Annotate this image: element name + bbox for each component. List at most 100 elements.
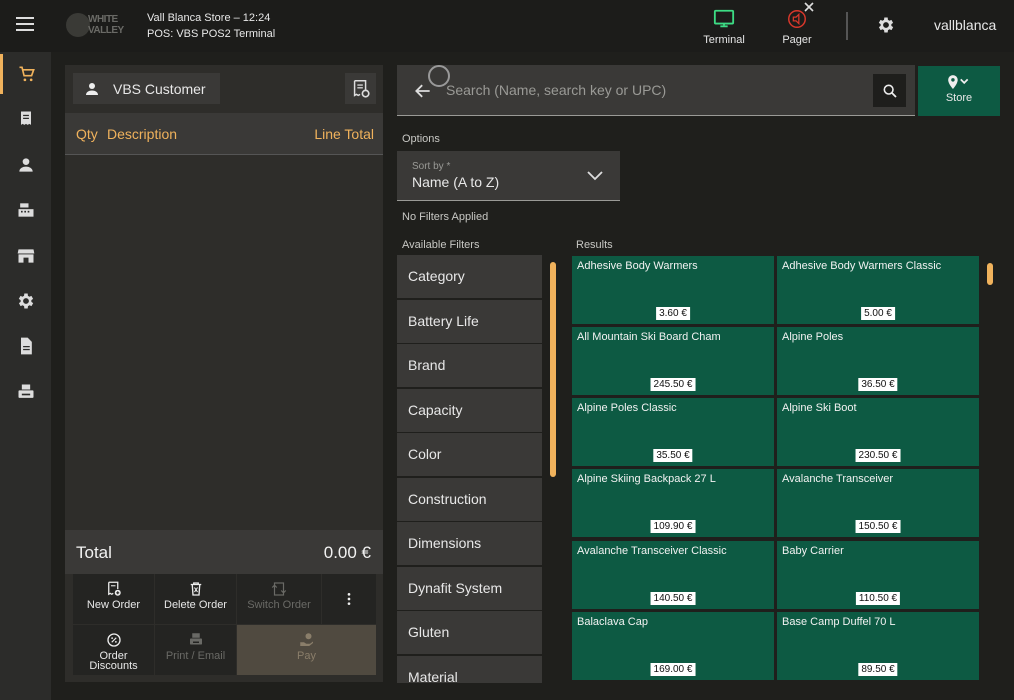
gear-icon	[18, 293, 33, 309]
product-card[interactable]: Alpine Ski Boot 230.50 €	[777, 398, 979, 466]
product-price: 3.60 €	[656, 307, 690, 320]
close-icon[interactable]	[803, 1, 815, 13]
product-card[interactable]: Baby Carrier 110.50 €	[777, 541, 979, 609]
switch-order-button[interactable]: Switch Order	[237, 574, 321, 624]
cash-register-icon	[18, 203, 33, 217]
product-name: Alpine Ski Boot	[782, 402, 857, 414]
nav-receipts[interactable]	[0, 99, 51, 139]
product-card[interactable]: Base Camp Duffel 70 L 89.50 €	[777, 612, 979, 680]
nav-store[interactable]	[0, 236, 51, 276]
search-input[interactable]: Search (Name, search key or UPC)	[446, 82, 666, 98]
more-vertical-icon	[347, 593, 351, 605]
order-discounts-button[interactable]: Order Discounts	[73, 625, 154, 675]
discount-icon	[106, 633, 121, 647]
new-receipt-icon	[107, 581, 121, 596]
filter-item[interactable]: Material	[397, 656, 542, 683]
product-name: Avalanche Transceiver	[782, 473, 894, 485]
nav-printer[interactable]	[0, 372, 51, 412]
switch-order-label: Switch Order	[247, 599, 311, 611]
printer-icon	[189, 633, 202, 645]
cart-icon	[19, 66, 35, 82]
pager-button[interactable]: Pager	[767, 2, 827, 48]
filter-scrollbar[interactable]	[550, 262, 556, 477]
filter-item[interactable]: Color	[397, 433, 542, 476]
product-card[interactable]: Avalanche Transceiver Classic 140.50 €	[572, 541, 774, 609]
product-price: 89.50 €	[858, 663, 898, 676]
filter-item[interactable]: Capacity	[397, 389, 542, 432]
new-order-label: New Order	[86, 599, 141, 611]
terminal-label: Terminal	[703, 34, 745, 46]
product-price: 36.50 €	[858, 378, 898, 391]
product-card[interactable]: Adhesive Body Warmers 3.60 €	[572, 256, 774, 324]
filter-item[interactable]: Dynafit System	[397, 567, 542, 610]
receipt-icon	[20, 111, 31, 125]
customer-button[interactable]: VBS Customer	[73, 73, 220, 104]
product-card[interactable]: Adhesive Body Warmers Classic 5.00 €	[777, 256, 979, 324]
store-line: Vall Blanca Store – 12:24	[147, 12, 271, 24]
total-value: 0.00 €	[323, 543, 371, 562]
pay-hand-icon	[299, 633, 313, 646]
receipt-gear-icon	[353, 79, 370, 98]
results-scrollbar[interactable]	[987, 263, 993, 285]
trash-icon	[190, 582, 201, 596]
arrow-left-icon[interactable]	[413, 81, 433, 101]
order-panel: VBS Customer Qty Description Line Total …	[65, 65, 383, 682]
product-name: Adhesive Body Warmers Classic	[782, 260, 942, 272]
filter-item[interactable]: Brand	[397, 344, 542, 387]
search-button[interactable]	[873, 74, 906, 107]
receipt-settings-button[interactable]	[345, 73, 376, 104]
printer-icon	[18, 384, 33, 398]
filter-item[interactable]: Battery Life	[397, 300, 542, 343]
pos-line: POS: VBS POS2 Terminal	[147, 28, 276, 40]
brand-logo: WHITE VALLEY	[66, 12, 132, 38]
product-name: Adhesive Body Warmers	[577, 260, 698, 272]
product-card[interactable]: Alpine Poles 36.50 €	[777, 327, 979, 395]
nav-cart[interactable]	[0, 54, 51, 94]
product-price: 230.50 €	[855, 449, 901, 462]
nav-customers[interactable]	[0, 145, 51, 185]
order-discounts-label-2: Discounts	[89, 660, 138, 672]
no-filters-label: No Filters Applied	[402, 211, 489, 223]
product-card[interactable]: Avalanche Transceiver 150.50 €	[777, 469, 979, 537]
filter-item[interactable]: Dimensions	[397, 522, 542, 565]
product-name: All Mountain Ski Board Cham	[577, 331, 721, 343]
store-label: Store	[945, 92, 973, 104]
customer-label: VBS Customer	[113, 80, 206, 97]
product-card[interactable]: Balaclava Cap 169.00 €	[572, 612, 774, 680]
nav-documents[interactable]	[0, 326, 51, 366]
product-name: Alpine Skiing Backpack 27 L	[577, 473, 716, 485]
product-name: Baby Carrier	[782, 545, 844, 557]
store-icon	[17, 249, 34, 263]
product-price: 35.50 €	[653, 449, 693, 462]
gear-icon[interactable]	[876, 15, 896, 35]
delete-order-label: Delete Order	[164, 599, 227, 611]
more-button[interactable]	[322, 574, 376, 624]
print-email-button[interactable]: Print / Email	[155, 625, 236, 675]
nav-settings[interactable]	[0, 281, 51, 321]
filter-item[interactable]: Construction	[397, 478, 542, 521]
menu-icon[interactable]	[16, 17, 34, 31]
side-nav	[0, 52, 51, 700]
pay-button[interactable]: Pay	[237, 625, 376, 675]
nav-cash-register[interactable]	[0, 190, 51, 230]
product-price: 169.00 €	[650, 663, 696, 676]
product-card[interactable]: Alpine Skiing Backpack 27 L 109.90 €	[572, 469, 774, 537]
sort-by-select[interactable]: Sort by * Name (A to Z)	[397, 151, 620, 201]
product-price: 140.50 €	[650, 592, 696, 605]
product-card[interactable]: Alpine Poles Classic 35.50 €	[572, 398, 774, 466]
user-name[interactable]: vallblanca	[934, 17, 996, 33]
sort-by-value: Name (A to Z)	[412, 174, 500, 190]
total-row: Total 0.00 €	[65, 530, 383, 574]
top-bar: WHITE VALLEY Vall Blanca Store – 12:24 P…	[0, 0, 1014, 52]
delete-order-button[interactable]: Delete Order	[155, 574, 236, 624]
store-button[interactable]: Store	[918, 66, 1000, 116]
product-price: 245.50 €	[650, 378, 696, 391]
product-card[interactable]: All Mountain Ski Board Cham 245.50 €	[572, 327, 774, 395]
filter-item[interactable]: Category	[397, 255, 542, 298]
new-order-button[interactable]: New Order	[73, 574, 154, 624]
product-price: 150.50 €	[855, 520, 901, 533]
filter-item[interactable]: Gluten	[397, 611, 542, 654]
terminal-button[interactable]: Terminal	[694, 6, 754, 48]
total-label: Total	[76, 543, 112, 562]
product-name: Base Camp Duffel 70 L	[782, 616, 896, 628]
